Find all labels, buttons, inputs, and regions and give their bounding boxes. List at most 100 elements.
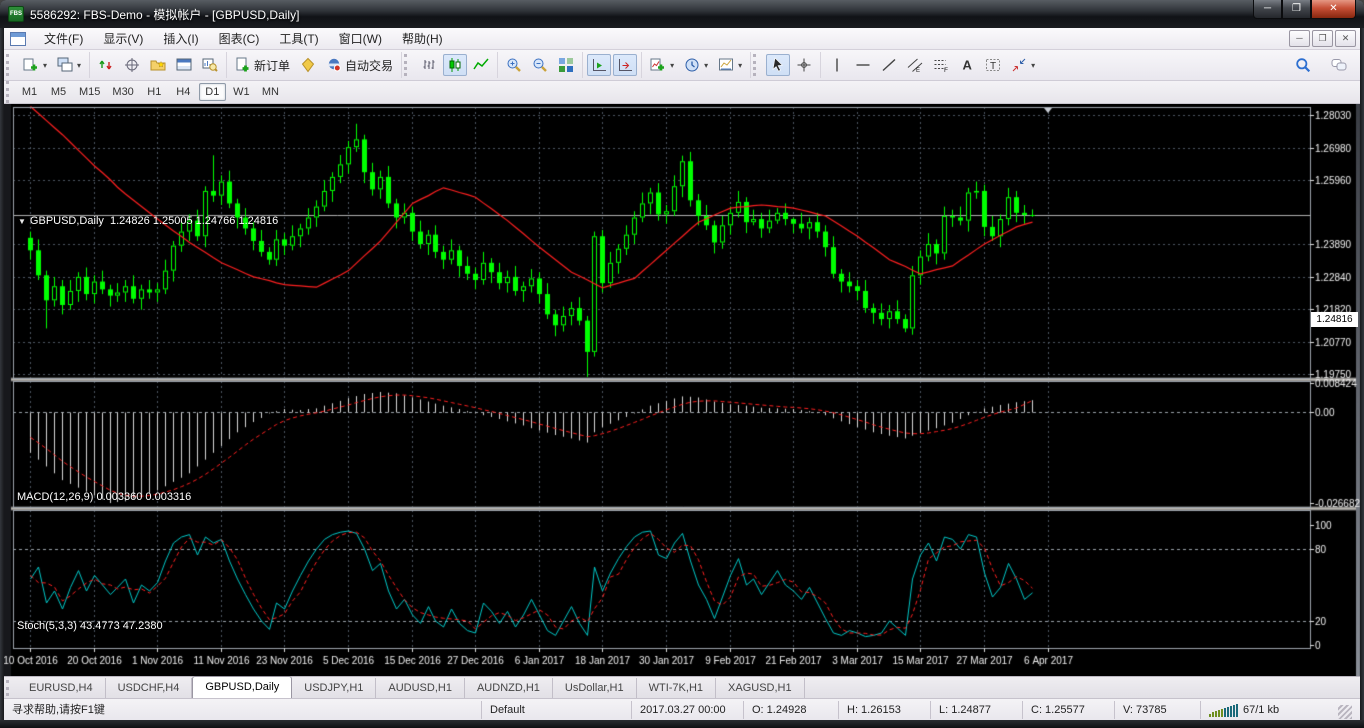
templates-button[interactable]: ▾ <box>714 54 746 76</box>
timeframe-h1[interactable]: H1 <box>141 83 168 101</box>
chart-shift-button[interactable] <box>613 54 637 76</box>
menu-c[interactable]: 图表(C) <box>209 28 270 49</box>
price-chart-canvas[interactable] <box>0 104 1364 676</box>
vertical-line-button[interactable] <box>825 54 849 76</box>
data-window-icon <box>124 57 140 73</box>
svg-text:E: E <box>916 68 920 73</box>
toolbar-grip[interactable] <box>6 81 13 103</box>
indicators-button[interactable]: ▾ <box>646 54 678 76</box>
trendline-button[interactable] <box>877 54 901 76</box>
timeframe-h4[interactable]: H4 <box>170 83 197 101</box>
window-border-left <box>0 28 4 720</box>
periods-icon <box>684 57 700 73</box>
timeframe-w1[interactable]: W1 <box>228 83 255 101</box>
one-click-trading-icon[interactable]: ▼ <box>18 217 26 226</box>
chevron-down-icon[interactable]: ▾ <box>43 61 47 70</box>
cursor-icon <box>770 57 786 73</box>
autotrading-button[interactable]: 自动交易 <box>322 54 397 77</box>
text-icon: A <box>959 57 975 73</box>
symbol-label: ▼GBPUSD,Daily 1.24826 1.25005 1.24766 1.… <box>18 215 278 227</box>
chart-tab-audnzd-h1[interactable]: AUDNZD,H1 <box>465 678 553 698</box>
menu-h[interactable]: 帮助(H) <box>392 28 453 49</box>
tile-windows-button[interactable] <box>554 54 578 76</box>
timeframe-m1[interactable]: M1 <box>16 83 43 101</box>
chevron-down-icon[interactable]: ▾ <box>670 61 674 70</box>
crosshair-button[interactable] <box>792 54 816 76</box>
child-minimize-button[interactable]: ─ <box>1289 30 1310 47</box>
window-title: 5586292: FBS-Demo - 模拟帐户 - [GBPUSD,Daily… <box>30 6 299 23</box>
status-profile[interactable]: Default <box>481 701 631 719</box>
minimize-button[interactable]: ─ <box>1253 0 1282 19</box>
chart-tab-gbpusd-daily[interactable]: GBPUSD,Daily <box>192 676 292 698</box>
chart-tab-usdollar-h1[interactable]: UsDollar,H1 <box>553 678 637 698</box>
connection-speed: 67/1 kb <box>1243 701 1279 719</box>
window-border-bottom <box>0 720 1364 728</box>
data-window-button[interactable] <box>120 54 144 76</box>
menu-i[interactable]: 插入(I) <box>153 28 208 49</box>
chevron-down-icon[interactable]: ▾ <box>77 61 81 70</box>
text-button[interactable]: A <box>955 54 979 76</box>
arrows-button[interactable]: ▾ <box>1007 54 1039 76</box>
child-restore-button[interactable]: ❐ <box>1312 30 1333 47</box>
timeframe-mn[interactable]: MN <box>257 83 284 101</box>
toolbar-grip[interactable] <box>6 54 13 76</box>
terminal-button[interactable] <box>172 54 196 76</box>
chart-tab-usdchf-h4[interactable]: USDCHF,H4 <box>106 678 193 698</box>
menu-w[interactable]: 窗口(W) <box>329 28 392 49</box>
profiles-button[interactable]: ▾ <box>53 54 85 76</box>
timeframe-m15[interactable]: M15 <box>74 83 105 101</box>
timeframe-m30[interactable]: M30 <box>107 83 138 101</box>
chat-button[interactable] <box>1327 54 1351 76</box>
line-chart-button[interactable] <box>469 54 493 76</box>
close-button[interactable]: ✕ <box>1311 0 1356 19</box>
chart-tab-xagusd-h1[interactable]: XAGUSD,H1 <box>716 678 805 698</box>
candle-chart-button[interactable] <box>443 54 467 76</box>
timeframe-d1[interactable]: D1 <box>199 83 226 101</box>
market-watch-button[interactable] <box>94 54 118 76</box>
chat-icon <box>1331 57 1347 73</box>
fibonacci-button[interactable]: F <box>929 54 953 76</box>
navigator-button[interactable] <box>146 54 170 76</box>
menu-f[interactable]: 文件(F) <box>34 28 93 49</box>
search-button[interactable] <box>1291 54 1315 76</box>
connection-bars-icon <box>1209 703 1238 717</box>
timeframe-m5[interactable]: M5 <box>45 83 72 101</box>
cursor-button[interactable] <box>766 54 790 76</box>
periods-button[interactable]: ▾ <box>680 54 712 76</box>
bar-chart-button[interactable] <box>417 54 441 76</box>
svg-text:F: F <box>944 67 948 73</box>
toolbar-grip[interactable] <box>404 54 411 76</box>
equidistant-channel-button[interactable]: E <box>903 54 927 76</box>
channel-icon: E <box>907 57 923 73</box>
new-order-icon <box>235 57 251 73</box>
auto-scroll-icon <box>591 57 607 73</box>
zoom-in-button[interactable] <box>502 54 526 76</box>
auto-scroll-button[interactable] <box>587 54 611 76</box>
metaeditor-button[interactable] <box>296 54 320 76</box>
chart-shift-icon <box>617 57 633 73</box>
menu-t[interactable]: 工具(T) <box>269 28 328 49</box>
chart-tab-eurusd-h4[interactable]: EURUSD,H4 <box>17 678 106 698</box>
child-close-button[interactable]: ✕ <box>1335 30 1356 47</box>
chevron-down-icon[interactable]: ▾ <box>1031 61 1035 70</box>
chart-tab-wti-7k-h1[interactable]: WTI-7K,H1 <box>637 678 716 698</box>
chevron-down-icon[interactable]: ▾ <box>738 61 742 70</box>
textlabel-icon: T <box>985 57 1001 73</box>
zoom-out-button[interactable] <box>528 54 552 76</box>
new-chart-button[interactable]: ▾ <box>19 54 51 76</box>
navigator-icon <box>150 57 166 73</box>
indicators-icon <box>650 57 666 73</box>
chart-tab-usdjpy-h1[interactable]: USDJPY,H1 <box>292 678 376 698</box>
new-order-button[interactable]: 新订单 <box>231 54 294 77</box>
chevron-down-icon[interactable]: ▾ <box>704 61 708 70</box>
strategy-tester-button[interactable] <box>198 54 222 76</box>
maximize-button[interactable]: ❐ <box>1282 0 1311 19</box>
text-label-button[interactable]: T <box>981 54 1005 76</box>
toolbar-grip[interactable] <box>753 54 760 76</box>
menu-v[interactable]: 显示(V) <box>93 28 153 49</box>
app-icon: FBS <box>8 6 24 22</box>
horizontal-line-button[interactable] <box>851 54 875 76</box>
chart-tab-audusd-h1[interactable]: AUDUSD,H1 <box>376 678 465 698</box>
resize-grip[interactable] <box>1338 705 1352 719</box>
tabbar-grip[interactable] <box>6 680 14 696</box>
